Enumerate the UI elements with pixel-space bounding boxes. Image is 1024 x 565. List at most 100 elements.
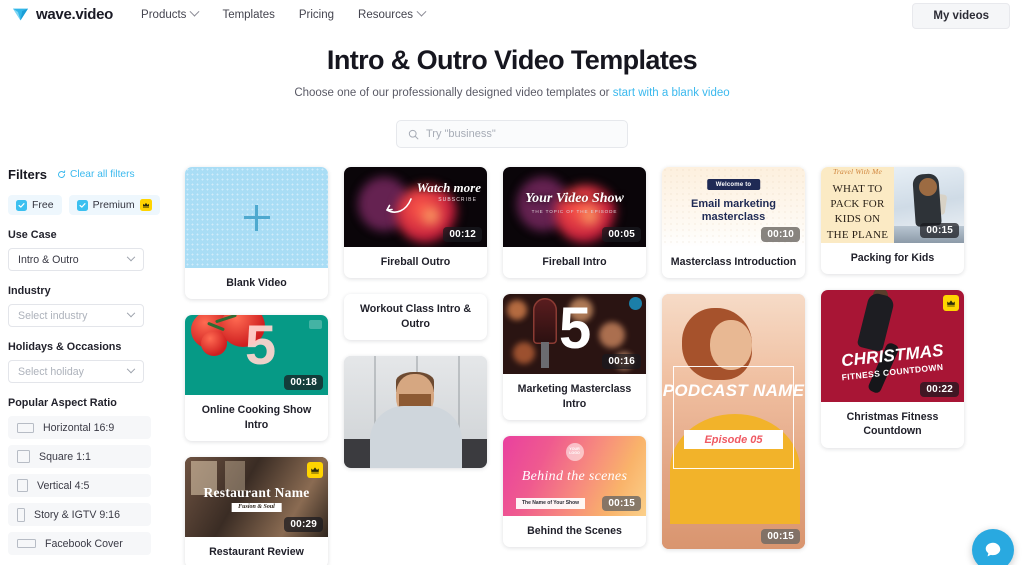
template-card-blank-video[interactable]: Blank Video <box>185 167 328 300</box>
subtitle-text: Choose one of our professionally designe… <box>294 87 613 99</box>
chevron-down-icon <box>126 364 136 373</box>
template-card-packing-for-kids[interactable]: Travel With Me WHAT TO PACK FOR KIDS ON … <box>821 167 964 274</box>
chevron-down-icon <box>416 6 427 17</box>
aspect-ratio-label: Horizontal 16:9 <box>43 421 115 434</box>
clear-all-filters-label: Clear all filters <box>70 169 135 180</box>
nav-item-templates[interactable]: Templates <box>222 9 274 21</box>
duration-badge: 00:29 <box>284 516 323 532</box>
chevron-down-icon <box>126 252 136 261</box>
duration-badge: 00:16 <box>602 354 641 370</box>
template-card-christmas-fitness-countdown[interactable]: CHRISTMAS FITNESS COUNTDOWN 00:22 Christ… <box>821 289 964 448</box>
template-card-masterclass-introduction[interactable]: Welcome to Email marketing masterclass 0… <box>662 167 805 279</box>
price-filter-chips: Free Premium <box>4 195 160 215</box>
nav-label: Pricing <box>298 8 335 21</box>
select-value: Select industry <box>18 309 88 322</box>
nav-item-pricing[interactable]: Pricing <box>299 9 334 21</box>
filters-sidebar: Filters Clear all filters Free Premium U… <box>0 167 160 565</box>
nav-label: Resources <box>358 8 413 21</box>
select-value: Select holiday <box>18 365 84 378</box>
search-icon <box>408 129 419 139</box>
template-overlay-subtitle: Fusion & Soul <box>231 502 282 512</box>
template-card-title: Online Cooking Show Intro <box>201 404 312 431</box>
templates-grid: Blank Video 5 00:18 Online Cooking Show … <box>160 167 1024 565</box>
blank-video-link[interactable]: start with a blank video <box>613 87 730 99</box>
template-card-workout-class-intro-outro[interactable]: Join us 00:05 00:22 Workout Class <box>344 294 487 340</box>
filter-label: Industry <box>8 285 51 297</box>
template-overlay-pill: Welcome to <box>706 179 761 190</box>
duration-badge: 00:12 <box>443 227 482 242</box>
clear-all-filters-button[interactable]: Clear all filters <box>57 169 135 180</box>
my-videos-button[interactable]: My videos <box>912 3 1010 29</box>
template-overlay-number: 5 <box>559 296 592 362</box>
aspect-ratio-story[interactable]: Story & IGTV 9:16 <box>8 503 151 526</box>
nav-item-resources[interactable]: Resources <box>358 6 427 21</box>
filter-group-industry: Industry Select industry <box>4 285 160 327</box>
checkbox-checked-icon[interactable] <box>16 199 27 211</box>
aspect-ratio-list: Horizontal 16:9 Square 1:1 Vertical 4:5 … <box>8 416 160 555</box>
aspect-ratio-label: Vertical 4:5 <box>37 479 90 492</box>
template-card-title: Marketing Masterclass Intro <box>517 383 632 410</box>
template-card-marketing-masterclass-intro[interactable]: 5 00:16 Marketing Masterclass Intro <box>503 294 646 420</box>
filter-chip-label: Free <box>32 199 54 211</box>
nav-item-products[interactable]: Products <box>141 6 200 21</box>
template-card-podcast-name[interactable]: PODCAST NAME Episode 05 00:15 <box>662 294 805 550</box>
brand-watermark-icon <box>309 320 322 330</box>
chat-bubble-icon <box>985 542 1001 557</box>
template-thumbnail: 5 00:16 <box>503 294 646 375</box>
search-box[interactable] <box>396 120 628 148</box>
filter-group-aspect-ratio: Popular Aspect Ratio Horizontal 16:9 Squ… <box>4 397 160 555</box>
template-card-fireball-intro[interactable]: Your Video Show THE TOPIC OF THE EPISODE… <box>503 167 646 279</box>
filter-group-holidays: Holidays & Occasions Select holiday <box>4 341 160 383</box>
chat-bubble-button[interactable] <box>972 529 1014 565</box>
checkbox-checked-icon[interactable] <box>76 199 88 211</box>
template-card-title: Christmas Fitness Countdown <box>846 410 939 438</box>
wave-logo-icon <box>13 8 28 21</box>
search-section <box>0 120 1024 148</box>
template-card-title: Masterclass Introduction <box>670 256 797 268</box>
premium-badge <box>943 294 959 311</box>
grid-column-2: Watch more SUBSCRIBE 00:12 Fireball Outr… <box>344 167 487 468</box>
page-title: Intro & Outro Video Templates <box>326 45 698 75</box>
template-thumbnail: PODCAST NAME Episode 05 00:15 <box>662 294 805 550</box>
filter-label: Holidays & Occasions <box>8 341 122 353</box>
template-overlay-subtitle: The Name of Your Show <box>516 497 586 509</box>
nav-label: Templates <box>222 8 275 21</box>
filter-chip-label: Premium <box>92 199 135 211</box>
brand-logo[interactable]: wave.video <box>12 6 113 23</box>
blank-video-thumb <box>185 167 328 268</box>
aspect-ratio-facebook-cover[interactable]: Facebook Cover <box>8 532 151 555</box>
duration-badge: 00:10 <box>761 227 800 242</box>
template-overlay-script: Travel With Me <box>832 167 882 176</box>
aspect-ratio-horizontal[interactable]: Horizontal 16:9 <box>8 416 151 439</box>
template-card-fireball-outro[interactable]: Watch more SUBSCRIBE 00:12 Fireball Outr… <box>344 167 487 279</box>
duration-badge: 00:18 <box>284 375 323 391</box>
filter-group-use-case: Use Case Intro & Outro <box>4 229 160 271</box>
grid-column-4: Welcome to Email marketing masterclass 0… <box>662 167 805 550</box>
aspect-ratio-vertical[interactable]: Vertical 4:5 <box>8 474 151 497</box>
template-overlay-title: Your Video Show <box>525 191 624 206</box>
template-card-title: Behind the Scenes <box>527 524 622 537</box>
filter-chip-free[interactable]: Free <box>8 195 62 215</box>
template-card-man-video[interactable] <box>344 355 487 468</box>
aspect-ratio-square[interactable]: Square 1:1 <box>8 445 151 468</box>
template-overlay-title: PODCAST NAME <box>662 381 805 401</box>
template-thumbnail: Welcome to Email marketing masterclass 0… <box>662 167 805 247</box>
holiday-select[interactable]: Select holiday <box>8 360 144 383</box>
template-card-title: Fireball Intro <box>542 256 607 268</box>
template-thumbnail: Your Video Show THE TOPIC OF THE EPISODE… <box>503 167 646 247</box>
template-card-behind-the-scenes[interactable]: YOUR LOGO Behind the scenes The Name of … <box>503 435 646 548</box>
use-case-select[interactable]: Intro & Outro <box>8 248 144 271</box>
grid-column-1: Blank Video 5 00:18 Online Cooking Show … <box>185 167 328 565</box>
search-input[interactable] <box>426 128 616 140</box>
template-thumbnail <box>344 355 487 468</box>
duration-badge: 00:15 <box>761 529 800 545</box>
main-nav: Products Templates Pricing Resources <box>141 6 427 21</box>
template-card-online-cooking-show-intro[interactable]: 5 00:18 Online Cooking Show Intro <box>185 315 328 441</box>
filter-chip-premium[interactable]: Premium <box>68 195 160 215</box>
template-thumbnail: Travel With Me WHAT TO PACK FOR KIDS ON … <box>821 167 964 243</box>
grid-column-5: Travel With Me WHAT TO PACK FOR KIDS ON … <box>821 167 964 448</box>
chevron-down-icon <box>126 308 136 317</box>
template-card-restaurant-review[interactable]: Restaurant Name Fusion & Soul 00:29 Rest… <box>185 456 328 565</box>
industry-select[interactable]: Select industry <box>8 304 144 327</box>
template-overlay-title: Restaurant Name <box>203 484 310 500</box>
